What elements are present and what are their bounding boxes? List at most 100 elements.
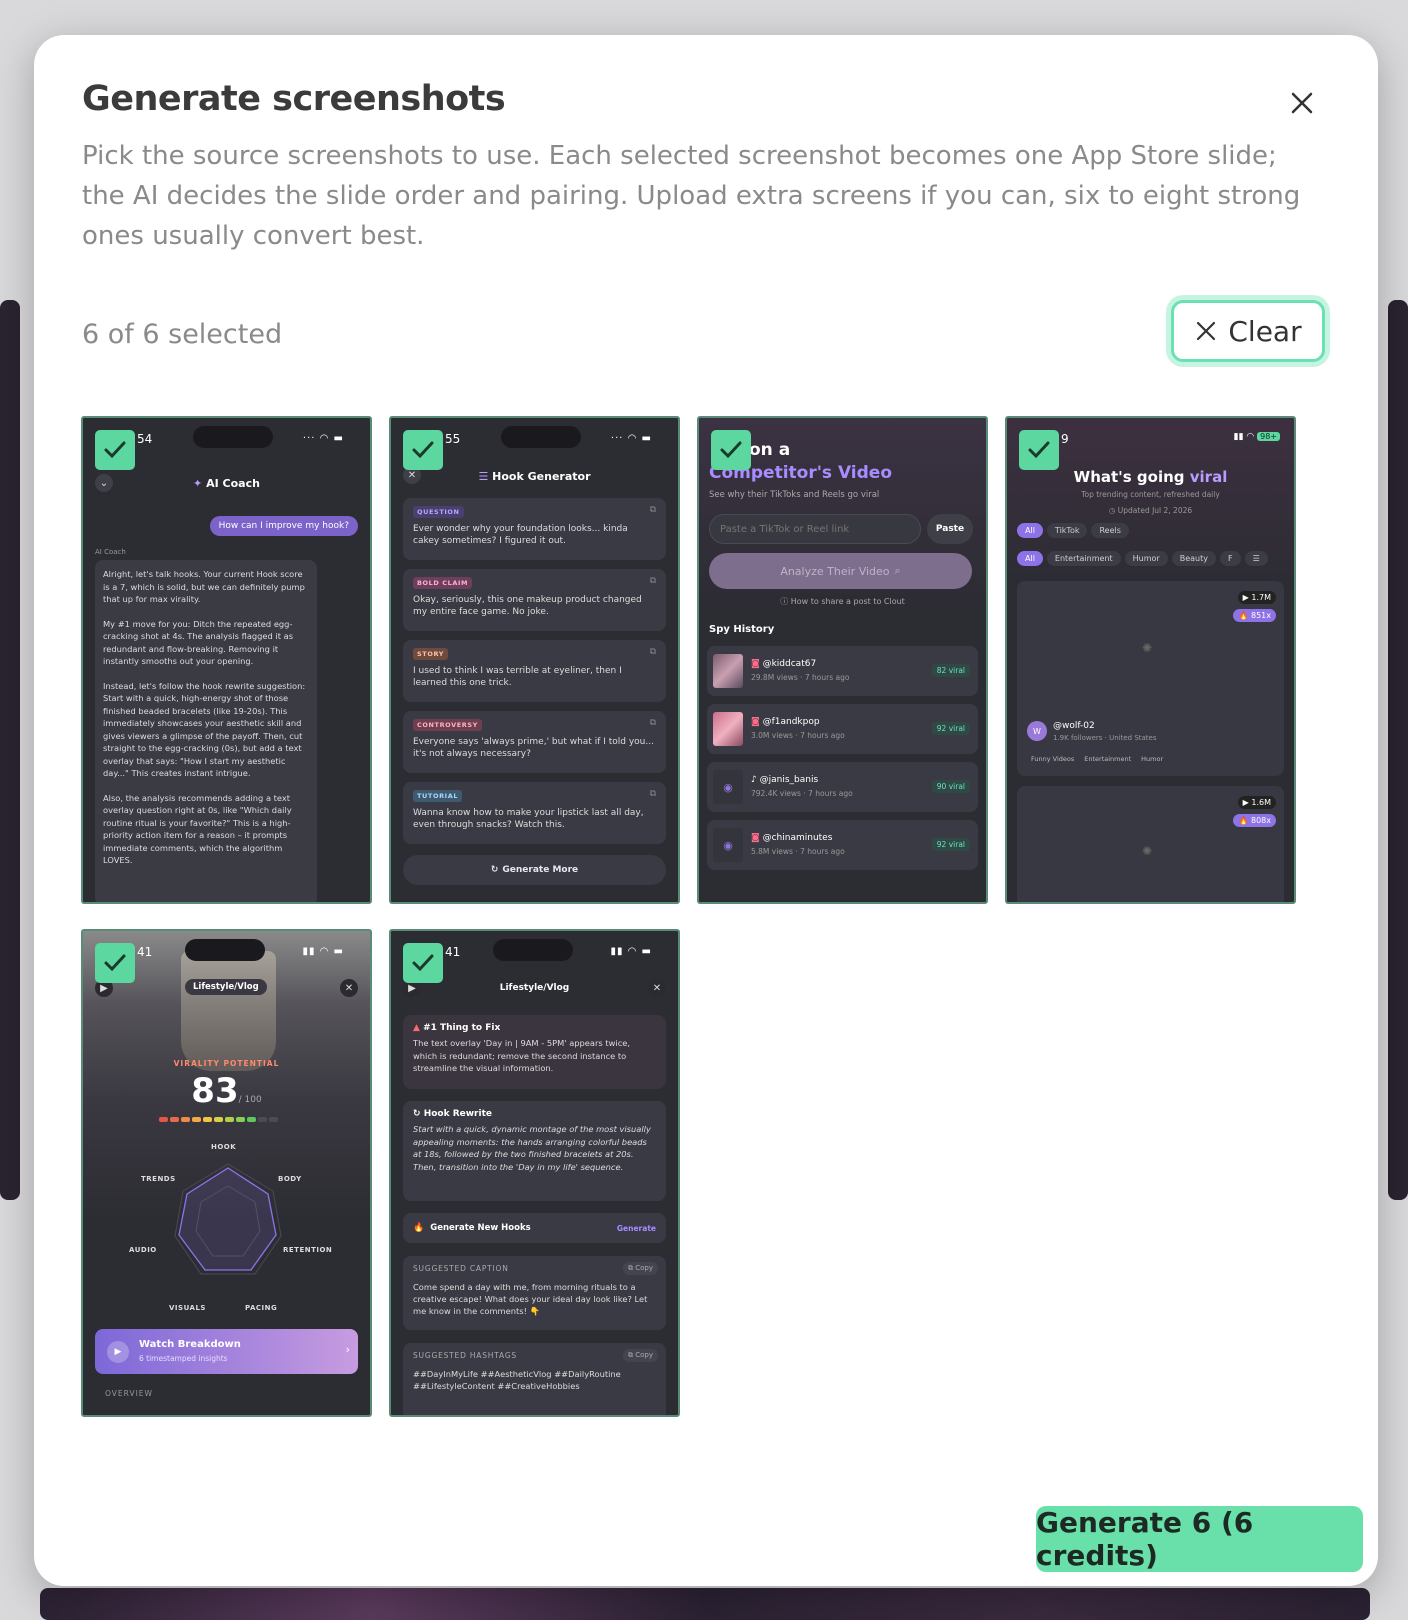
views-badge: ▶ 1.6M <box>1237 796 1276 809</box>
creator-handle: @wolf-02 <box>1053 721 1095 731</box>
rewrite-card: ↻ Hook Rewrite Start with a quick, dynam… <box>403 1101 666 1201</box>
clock-icon: ◷ <box>1108 506 1118 515</box>
hashtags-label: SUGGESTED HASHTAGS <box>413 1351 517 1360</box>
screenshot-card[interactable]: on a Competitor's Video See why their Ti… <box>697 416 988 904</box>
copy-icon[interactable]: ⧉ <box>650 576 656 586</box>
filter-pill[interactable]: Reels <box>1091 523 1129 538</box>
filter-pill[interactable]: TikTok <box>1046 523 1088 538</box>
close-icon[interactable]: ✕ <box>340 979 358 997</box>
filter-pill[interactable]: Beauty <box>1171 551 1216 566</box>
copy-icon[interactable]: ⧉ <box>650 718 656 728</box>
viral-badge: 82 viral <box>931 664 970 677</box>
copy-label: Copy <box>635 1264 653 1272</box>
checkbox-checked[interactable] <box>95 943 135 983</box>
hook-item[interactable]: QUESTION ⧉ Ever wonder why your foundati… <box>403 498 666 560</box>
list-icon: ☰ <box>478 470 493 483</box>
sparkle-icon: ✦ <box>193 477 207 490</box>
hook-item[interactable]: BOLD CLAIM ⧉ Okay, seriously, this one m… <box>403 569 666 631</box>
checkbox-checked[interactable] <box>403 943 443 983</box>
hook-item[interactable]: CONTROVERSY ⧉ Everyone says 'always prim… <box>403 711 666 773</box>
checkbox-checked[interactable] <box>1019 430 1059 470</box>
watch-sublabel: 6 timestamped insights <box>139 1354 228 1363</box>
filter-pill[interactable]: All <box>1017 551 1043 566</box>
generate-more-label: Generate More <box>502 865 579 875</box>
viral-title: What's going viral <box>1007 468 1294 486</box>
ai-paragraph: My #1 move for you: Ditch the repeated e… <box>103 618 294 667</box>
copy-button[interactable]: ⧉ Copy <box>623 1349 658 1362</box>
generate-link[interactable]: Generate <box>617 1224 656 1233</box>
fix-card: ▲ #1 Thing to Fix The text overlay 'Day … <box>403 1015 666 1089</box>
history-user: @chinaminutes <box>762 833 833 843</box>
copy-icon[interactable]: ⧉ <box>650 647 656 657</box>
status-time: 41 <box>445 945 461 959</box>
status-time: 54 <box>137 432 153 446</box>
views-count: 1.6M <box>1251 798 1271 807</box>
checkbox-checked[interactable] <box>403 430 443 470</box>
watch-label: Watch Breakdown <box>139 1339 241 1350</box>
close-icon[interactable] <box>1284 85 1320 121</box>
ai-paragraph: Alright, let's talk hooks. Your current … <box>103 569 305 604</box>
copy-button[interactable]: ⧉ Copy <box>623 1262 658 1275</box>
generate-button[interactable]: Generate 6 (6 credits) <box>1036 1506 1363 1572</box>
hook-tag: BOLD CLAIM <box>413 577 473 589</box>
dynamic-island <box>493 939 573 961</box>
views-count: 1.7M <box>1251 593 1271 602</box>
background-panel <box>1388 300 1408 1200</box>
status-time: 9 <box>1061 432 1069 446</box>
video-thumbnail <box>713 712 743 746</box>
radar-chart <box>174 1163 282 1275</box>
filter-pill[interactable]: Humor <box>1124 551 1168 566</box>
generate-screenshots-dialog: Generate screenshots Pick the source scr… <box>34 35 1378 1586</box>
dynamic-island <box>185 939 265 961</box>
how-to-link[interactable]: ⓘ How to share a post to Clout <box>699 596 986 607</box>
history-row[interactable]: ◉ ♪ @janis_banis 792.4K views · 7 hours … <box>707 762 978 812</box>
spy-subtitle: See why their TikToks and Reels go viral <box>709 490 880 500</box>
score-value: 83 <box>191 1071 239 1111</box>
creator-tag: Entertainment <box>1084 755 1132 763</box>
eye-icon: ◉ <box>713 828 743 862</box>
filter-pill[interactable]: Entertainment <box>1046 551 1121 566</box>
screen-title: AI Coach <box>206 477 260 490</box>
fix-text: The text overlay 'Day in | 9AM - 5PM' ap… <box>413 1038 631 1073</box>
screenshot-card[interactable]: 9 ▮▮ ◠ 98+ What's going viral Top trendi… <box>1005 416 1296 904</box>
screenshot-card[interactable]: 54 ··· ◠ ▬ ⌄ ✦ AI Coach How can I improv… <box>81 416 372 904</box>
checkbox-checked[interactable] <box>95 430 135 470</box>
paste-button[interactable]: Paste <box>927 514 973 544</box>
trending-video-card[interactable]: ▶ 1.6M 🔥 808x ✺ <box>1017 786 1284 902</box>
menu-icon[interactable]: ☰ <box>1244 551 1268 566</box>
watch-breakdown-button[interactable]: ▶ Watch Breakdown 6 timestamped insights… <box>95 1329 358 1374</box>
selected-count: 6 of 6 selected <box>82 319 283 350</box>
hook-item[interactable]: STORY ⧉ I used to think I was terrible a… <box>403 640 666 702</box>
dialog-title: Generate screenshots <box>82 79 506 119</box>
dynamic-island <box>501 426 581 448</box>
link-input[interactable] <box>709 514 921 544</box>
copy-icon[interactable]: ⧉ <box>650 505 656 515</box>
generate-more-button[interactable]: ↻ Generate More <box>403 855 666 885</box>
tiktok-icon: ♪ <box>751 775 760 785</box>
checkbox-checked[interactable] <box>711 430 751 470</box>
views-badge: ▶ 1.7M <box>1237 591 1276 604</box>
status-time: 41 <box>137 945 153 959</box>
history-row[interactable]: ◙ @kiddcat67 29.8M views · 7 hours ago 8… <box>707 646 978 696</box>
history-row[interactable]: ◙ @f1andkpop 3.0M views · 7 hours ago 92… <box>707 704 978 754</box>
screenshot-card[interactable]: 41 ▮▮ ◠ ▬ ▶ ✕ Lifestyle/Vlog VIRALITY PO… <box>81 929 372 1417</box>
status-icons: ▮▮ ◠ ▬ <box>302 946 344 957</box>
rewrite-title: Hook Rewrite <box>423 1109 492 1119</box>
analyze-button[interactable]: Analyze Their Video ⌕ <box>709 553 972 589</box>
screenshot-card[interactable]: 55 ··· ◠ ▬ ✕ ☰ Hook Generator QUESTION ⧉… <box>389 416 680 904</box>
screenshot-card[interactable]: 41 ▮▮ ◠ ▬ ▶ ✕ Lifestyle/Vlog ▲ #1 Thing … <box>389 929 680 1417</box>
history-meta: 792.4K views · 7 hours ago <box>751 789 853 798</box>
copy-icon[interactable]: ⧉ <box>650 789 656 799</box>
generate-new-hooks-row[interactable]: 🔥 Generate New Hooks Generate <box>403 1213 666 1243</box>
hook-item[interactable]: TUTORIAL ⧉ Wanna know how to make your l… <box>403 782 666 844</box>
ai-paragraph: Instead, let's follow the hook rewrite s… <box>103 680 306 779</box>
trending-video-card[interactable]: ▶ 1.7M 🔥 851x ✺ W @wolf-02 1.9K follower… <box>1017 581 1284 776</box>
status-icons: ··· ◠ ▬ <box>302 433 344 444</box>
history-row[interactable]: ◉ ◙ @chinaminutes 5.8M views · 7 hours a… <box>707 820 978 870</box>
clear-button[interactable]: Clear <box>1171 300 1325 362</box>
radar-label: PACING <box>245 1304 278 1312</box>
ai-message: Alright, let's talk hooks. Your current … <box>95 560 317 902</box>
filter-pill[interactable]: F <box>1219 551 1241 566</box>
filter-pill[interactable]: All <box>1017 523 1043 538</box>
refresh-icon: ↻ <box>413 1109 424 1119</box>
